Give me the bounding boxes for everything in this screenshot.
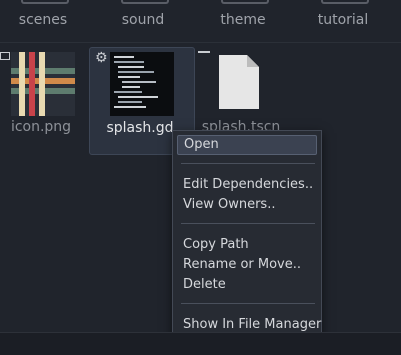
folder-icon <box>321 0 369 4</box>
menu-item-rename-or-move[interactable]: Rename or Move.. <box>177 255 317 275</box>
menu-item-copy-path[interactable]: Copy Path <box>177 235 317 255</box>
scene-type-icon <box>198 51 210 61</box>
menu-item-open[interactable]: Open <box>177 135 317 155</box>
folder-label-tutorial[interactable]: tutorial <box>298 12 388 28</box>
file-label: icon.png <box>10 119 72 135</box>
divider <box>0 42 401 43</box>
menu-separator <box>181 303 315 304</box>
folder-icon <box>21 0 69 4</box>
menu-item-view-owners[interactable]: View Owners.. <box>177 195 317 215</box>
folder-label-sound[interactable]: sound <box>98 12 188 28</box>
image-type-icon <box>0 52 10 60</box>
folder-row: scenes sound theme tutorial <box>0 0 401 40</box>
folder-label-theme[interactable]: theme <box>198 12 288 28</box>
image-thumbnail-icon <box>11 52 75 116</box>
script-thumbnail-icon <box>110 52 174 116</box>
menu-separator <box>181 163 315 164</box>
bottom-bar <box>0 332 401 355</box>
folder-label-scenes[interactable]: scenes <box>0 12 88 28</box>
menu-item-delete[interactable]: Delete <box>177 275 317 295</box>
folder-icon <box>121 0 169 4</box>
context-menu: Open Edit Dependencies.. View Owners.. C… <box>172 130 322 340</box>
scene-file-icon <box>219 55 259 109</box>
file-system-panel: scenes sound theme tutorial icon.png ⚙ s… <box>0 0 401 355</box>
folder-icon <box>221 0 269 4</box>
menu-item-edit-dependencies[interactable]: Edit Dependencies.. <box>177 175 317 195</box>
gear-icon: ⚙ <box>95 50 108 66</box>
menu-separator <box>181 223 315 224</box>
